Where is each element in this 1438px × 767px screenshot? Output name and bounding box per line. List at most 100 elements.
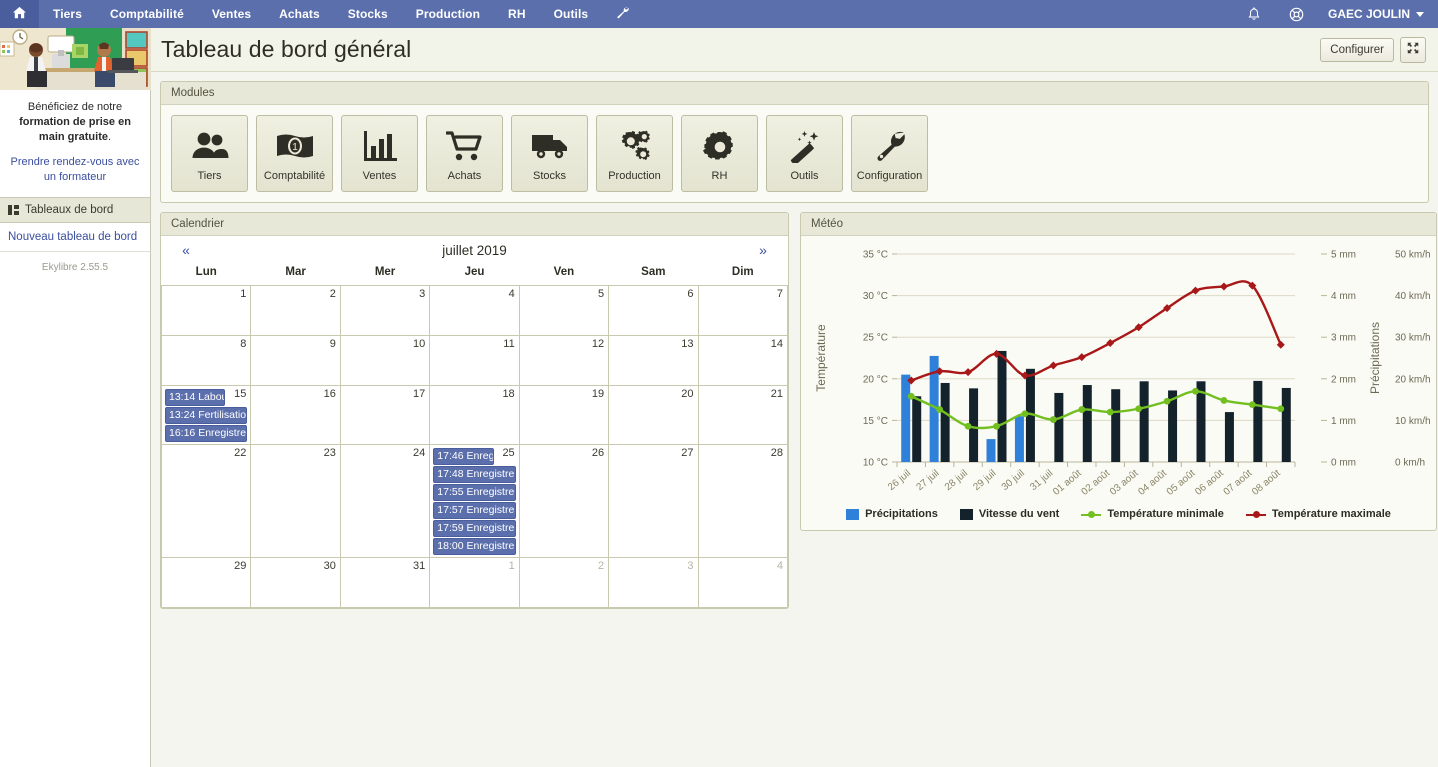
calendar-day-cell[interactable]: 13 bbox=[608, 335, 699, 386]
new-dashboard-link[interactable]: Nouveau tableau de bord bbox=[0, 223, 150, 252]
calendar-event[interactable]: 18:00 Enregistre... bbox=[433, 538, 516, 555]
calendar-day-cell[interactable]: 12 bbox=[518, 335, 610, 386]
axis-tick-date: 08 août bbox=[1250, 468, 1283, 498]
min-temp-point bbox=[1049, 416, 1057, 423]
calendar-day-cell[interactable]: 18 bbox=[429, 385, 520, 445]
calendar-day-cell[interactable]: 15 13:14 Labour...13:24 Fertilisatio...16… bbox=[160, 385, 252, 445]
calendar-day-number: 5 bbox=[597, 288, 605, 300]
nav-home[interactable] bbox=[0, 0, 39, 28]
calendar-day-cell[interactable]: 27 bbox=[608, 444, 699, 558]
user-menu[interactable]: GAEC JOULIN bbox=[1318, 0, 1438, 28]
calendar-day-cell[interactable]: 9 bbox=[250, 335, 341, 386]
calendar-event[interactable]: 17:55 Enregistre... bbox=[433, 484, 516, 501]
calendar-day-cell[interactable]: 26 bbox=[518, 444, 610, 558]
calendar-day-cell[interactable]: 6 bbox=[608, 285, 699, 336]
wind-bar bbox=[1253, 380, 1263, 462]
calendar-next-button[interactable]: » bbox=[748, 242, 778, 258]
min-temp-point bbox=[1163, 397, 1171, 405]
calendar-prev-button[interactable]: « bbox=[171, 242, 201, 258]
calendar-day-cell[interactable]: 8 bbox=[160, 335, 252, 386]
calendar-day-cell[interactable]: 22 bbox=[160, 444, 252, 558]
calendar-day-cell[interactable]: 2 bbox=[250, 285, 341, 336]
nav-tiers[interactable]: Tiers bbox=[39, 0, 96, 28]
calendar-day-number: 14 bbox=[770, 338, 783, 350]
calendar-event[interactable]: 17:48 Enregistre... bbox=[433, 466, 516, 483]
nav-rh[interactable]: RH bbox=[494, 0, 540, 28]
legend-item[interactable]: Température minimale bbox=[1081, 508, 1224, 520]
nav-ventes[interactable]: Ventes bbox=[198, 0, 265, 28]
calendar-day-cell[interactable]: 7 bbox=[697, 285, 789, 336]
fullscreen-button[interactable] bbox=[1400, 36, 1426, 63]
calendar-day-number: 29 bbox=[234, 560, 247, 572]
max-temp-line bbox=[910, 280, 1282, 382]
calendar-day-cell[interactable]: 19 bbox=[518, 385, 610, 445]
calendar-day-cell[interactable]: 21 bbox=[697, 385, 789, 445]
calendar-event[interactable]: 17:46 Enregis... bbox=[433, 448, 494, 465]
module-tile-production[interactable]: Production bbox=[596, 115, 673, 192]
nav-comptabilite[interactable]: Comptabilité bbox=[96, 0, 198, 28]
calendar-weeks: 12345678910111213141513:14 Labour...13:2… bbox=[160, 285, 789, 608]
module-tile-achats[interactable]: Achats bbox=[426, 115, 503, 192]
calendar-event[interactable]: 16:16 Enregistre... bbox=[165, 425, 248, 442]
modules-panel: Modules Tiers 1 Comptabilité Ventes Acha… bbox=[160, 81, 1429, 203]
wrench-icon bbox=[616, 6, 629, 22]
nav-stocks[interactable]: Stocks bbox=[334, 0, 402, 28]
min-temp-point bbox=[1106, 408, 1114, 416]
calendar-day-number: 12 bbox=[591, 338, 605, 350]
calendar-day-cell[interactable]: 24 bbox=[339, 444, 431, 558]
calendar-day-cell[interactable]: 10 bbox=[339, 335, 431, 386]
calendar-day-cell[interactable]: 2517:46 Enregis...17:48 Enregistre...17:… bbox=[429, 444, 520, 558]
calendar-day-cell[interactable]: 20 bbox=[608, 385, 699, 445]
notifications-button[interactable] bbox=[1233, 0, 1275, 28]
nav-label: RH bbox=[508, 7, 526, 21]
promo-link[interactable]: Prendre rendez-vous avec un formateur bbox=[0, 149, 150, 197]
calendar-day-cell[interactable]: 14 bbox=[697, 335, 789, 386]
promo-text-part2: . bbox=[108, 131, 112, 143]
calendar-day-cell[interactable]: 28 bbox=[697, 444, 789, 558]
promo-illustration bbox=[0, 28, 151, 90]
calendar-day-cell[interactable]: 5 bbox=[518, 285, 610, 336]
legend-item[interactable]: Température maximale bbox=[1245, 508, 1391, 520]
calendar-day-cell[interactable]: 17 bbox=[339, 385, 431, 445]
calendar-day-cell[interactable]: 16 bbox=[250, 385, 341, 445]
module-tile-rh[interactable]: RH bbox=[681, 115, 758, 192]
calendar-event[interactable]: 13:24 Fertilisatio... bbox=[165, 407, 248, 424]
calendar-event[interactable]: 17:57 Enregistre... bbox=[433, 502, 516, 519]
help-button[interactable] bbox=[1275, 0, 1318, 28]
calendar-day-cell[interactable]: 4 bbox=[697, 557, 789, 608]
calendar-event[interactable]: 17:59 Enregistre... bbox=[433, 520, 516, 537]
module-label: Outils bbox=[790, 169, 819, 182]
module-tile-ventes[interactable]: Ventes bbox=[341, 115, 418, 192]
calendar-day-cell[interactable]: 1 bbox=[429, 557, 520, 608]
legend-label: Précipitations bbox=[865, 508, 938, 520]
nav-configuration[interactable] bbox=[602, 0, 643, 28]
module-label: Configuration bbox=[856, 169, 923, 182]
calendar-event[interactable]: 13:14 Labour... bbox=[165, 389, 226, 406]
calendar-day-cell[interactable]: 30 bbox=[250, 557, 341, 608]
nav-outils[interactable]: Outils bbox=[540, 0, 603, 28]
calendar-day-cell[interactable]: 31 bbox=[339, 557, 431, 608]
calendar-day-cell[interactable]: 4 bbox=[429, 285, 520, 336]
calendar-day-cell[interactable]: 23 bbox=[250, 444, 341, 558]
calendar-week-row: 29 30 31 1 2 3 4 bbox=[160, 557, 789, 608]
module-tile-configuration[interactable]: Configuration bbox=[851, 115, 928, 192]
configure-button[interactable]: Configurer bbox=[1320, 37, 1394, 62]
calendar-day-cell[interactable]: 2 bbox=[518, 557, 610, 608]
min-temp-point bbox=[964, 422, 972, 430]
calendar-day-cell[interactable]: 11 bbox=[429, 335, 520, 386]
legend-item[interactable]: Vitesse du vent bbox=[959, 508, 1059, 520]
nav-production[interactable]: Production bbox=[402, 0, 494, 28]
module-tile-outils[interactable]: Outils bbox=[766, 115, 843, 192]
calendar-day-cell[interactable]: 3 bbox=[339, 285, 431, 336]
legend-item[interactable]: Précipitations bbox=[846, 508, 938, 520]
axis-tick-wind: 30 km/h bbox=[1395, 333, 1430, 344]
calendar-day-cell[interactable]: 29 bbox=[160, 557, 252, 608]
module-tile-stocks[interactable]: Stocks bbox=[511, 115, 588, 192]
calendar-day-cell[interactable]: 1 bbox=[160, 285, 252, 336]
nav-achats[interactable]: Achats bbox=[265, 0, 334, 28]
calendar-day-cell[interactable]: 3 bbox=[608, 557, 699, 608]
module-tile-comptabilite[interactable]: 1 Comptabilité bbox=[256, 115, 333, 192]
calendar-day-number: 28 bbox=[770, 447, 783, 459]
module-tile-tiers[interactable]: Tiers bbox=[171, 115, 248, 192]
calendar-day-number: 30 bbox=[323, 560, 336, 572]
